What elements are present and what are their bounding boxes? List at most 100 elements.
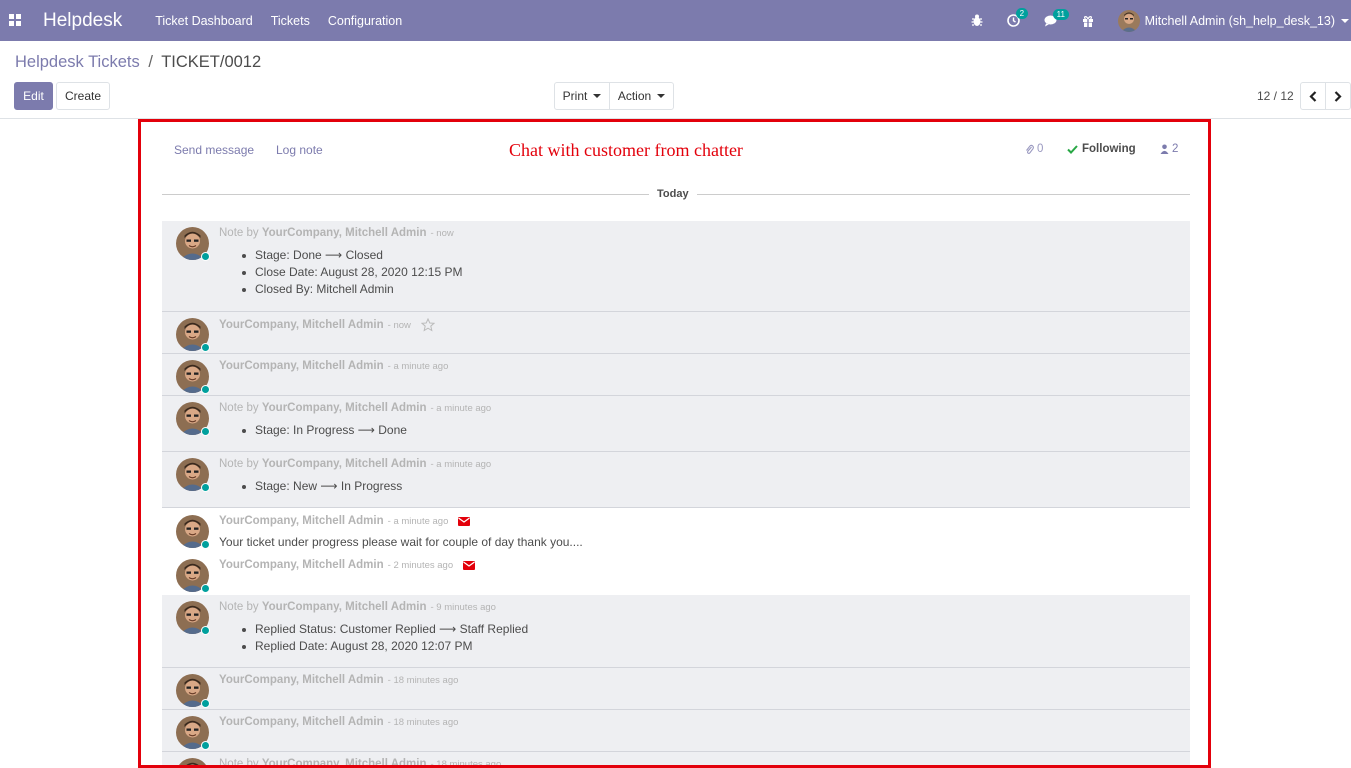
chevron-down-icon [1341,18,1349,23]
tracking-value: Stage: In Progress ⟶ Done [219,422,407,439]
author-avatar[interactable] [176,716,210,750]
tracking-value: Closed By: Mitchell Admin [219,281,462,298]
author-avatar[interactable] [176,674,210,708]
check-icon [1067,144,1078,154]
message-author[interactable]: YourCompany, Mitchell Admin [219,559,384,571]
author-avatar[interactable] [176,402,210,436]
message-date: - now [387,319,411,331]
online-status-icon [201,699,210,708]
author-avatar[interactable] [176,360,210,394]
action-dropdown[interactable]: Action [609,82,674,110]
message-item[interactable]: YourCompany, Mitchell Admin - 2 minutes a… [162,553,1190,595]
tracking-value: Stage: Done ⟶ Closed [219,247,462,264]
top-navbar: Helpdesk Ticket Dashboard Tickets Config… [0,0,1351,41]
message-author[interactable]: YourCompany, Mitchell Admin [219,319,384,331]
message-body: Stage: New ⟶ In Progress [219,478,402,495]
message-date: - 18 minutes ago [387,674,459,686]
note-prefix: Note by [219,758,259,768]
tracking-list: Replied Status: Customer Replied ⟶ Staff… [219,621,528,655]
message-date: - 18 minutes ago [387,716,459,728]
message-author[interactable]: YourCompany, Mitchell Admin [262,458,427,470]
message-date: - a minute ago [430,458,492,470]
message-author[interactable]: YourCompany, Mitchell Admin [219,515,384,527]
author-avatar[interactable] [176,758,209,765]
online-status-icon [201,741,210,750]
message-header: Note by YourCompany, Mitchell Admin - a m… [219,458,491,470]
send-message-button[interactable]: Send message [174,143,254,157]
author-avatar[interactable] [176,601,210,635]
edit-button[interactable]: Edit [14,82,53,110]
online-status-icon [201,483,210,492]
author-avatar[interactable] [176,515,210,549]
message-author[interactable]: YourCompany, Mitchell Admin [219,360,384,372]
message-date: - 18 minutes ago [430,758,502,768]
message-item[interactable]: Note by YourCompany, Mitchell Admin - a m… [162,452,1190,508]
message-item[interactable]: YourCompany, Mitchell Admin - 18 minutes … [162,668,1190,710]
print-dropdown[interactable]: Print [554,82,610,110]
activity-count-badge: 2 [1015,8,1029,19]
chevron-left-icon [1309,90,1317,102]
message-item[interactable]: Note by YourCompany, Mitchell Admin - 9 m… [162,595,1190,668]
activity-clock-icon[interactable]: 2 [1006,8,1029,27]
followers-button[interactable]: 2 [1160,143,1178,155]
breadcrumb-separator: / [148,53,153,71]
following-button[interactable]: Following [1067,143,1136,155]
message-header: YourCompany, Mitchell Admin - 18 minutes … [219,716,458,728]
pager-previous-button[interactable] [1300,82,1326,110]
note-prefix: Note by [219,227,259,239]
chevron-right-icon [1334,90,1342,102]
message-item[interactable]: YourCompany, Mitchell Admin - a minute ag… [162,509,1190,553]
message-header: Note by YourCompany, Mitchell Admin - 9 m… [219,601,496,613]
messages-chat-icon[interactable]: 11 [1044,8,1069,27]
online-status-icon [201,584,210,593]
message-item[interactable]: Note by YourCompany, Mitchell Admin - now… [162,221,1190,312]
app-brand[interactable]: Helpdesk [43,10,122,32]
user-menu[interactable]: Mitchell Admin (sh_help_desk_13) [1117,9,1349,32]
author-avatar[interactable] [176,559,210,593]
author-avatar[interactable] [176,458,210,492]
create-button[interactable]: Create [56,82,110,110]
message-author[interactable]: YourCompany, Mitchell Admin [219,674,384,686]
apps-menu-icon[interactable] [9,13,23,28]
menu-tickets[interactable]: Tickets [271,14,310,28]
tracking-value: Replied Status: Customer Replied ⟶ Staff… [219,621,528,638]
message-item[interactable]: YourCompany, Mitchell Admin - 18 minutes … [162,710,1190,752]
pager-next-button[interactable] [1325,82,1351,110]
chatter-topbar: Send message Log note Chat with customer… [141,122,1208,182]
message-item[interactable]: YourCompany, Mitchell Admin - a minute ag… [162,354,1190,396]
star-icon[interactable] [420,318,435,332]
note-prefix: Note by [219,458,259,470]
author-avatar[interactable] [176,227,210,261]
message-item[interactable]: Note by YourCompany, Mitchell Admin - a m… [162,396,1190,452]
author-avatar[interactable] [176,318,210,352]
message-author[interactable]: YourCompany, Mitchell Admin [262,402,427,414]
message-item[interactable]: YourCompany, Mitchell Admin - now [162,312,1190,354]
debug-bug-icon[interactable] [971,14,983,27]
attachments-button[interactable]: 0 [1025,143,1043,155]
message-header: YourCompany, Mitchell Admin - now [219,318,435,332]
note-prefix: Note by [219,601,259,613]
online-status-icon [201,626,210,635]
annotation-text: Chat with customer from chatter [509,140,743,160]
message-count-badge: 11 [1052,8,1069,20]
tracking-value: Close Date: August 28, 2020 12:15 PM [219,264,462,281]
message-author[interactable]: YourCompany, Mitchell Admin [262,227,427,239]
log-note-button[interactable]: Log note [276,143,323,157]
breadcrumb-parent[interactable]: Helpdesk Tickets [15,53,140,71]
message-author[interactable]: YourCompany, Mitchell Admin [219,716,384,728]
gift-icon[interactable] [1082,15,1094,27]
message-item[interactable]: Note by YourCompany, Mitchell Admin - 18 … [162,752,1190,768]
pager-value[interactable]: 12 / 12 [1257,89,1294,103]
message-header: YourCompany, Mitchell Admin - a minute ag… [219,515,471,527]
breadcrumb-current: TICKET/0012 [161,53,262,71]
online-status-icon [201,427,210,436]
menu-configuration[interactable]: Configuration [328,14,402,28]
tracking-value: Stage: New ⟶ In Progress [219,478,402,495]
message-author[interactable]: YourCompany, Mitchell Admin [262,601,427,613]
user-icon [1160,144,1169,154]
online-status-icon [201,252,210,261]
note-prefix: Note by [219,402,259,414]
menu-ticket-dashboard[interactable]: Ticket Dashboard [155,14,253,28]
user-avatar [1117,9,1140,32]
message-author[interactable]: YourCompany, Mitchell Admin [262,758,427,765]
